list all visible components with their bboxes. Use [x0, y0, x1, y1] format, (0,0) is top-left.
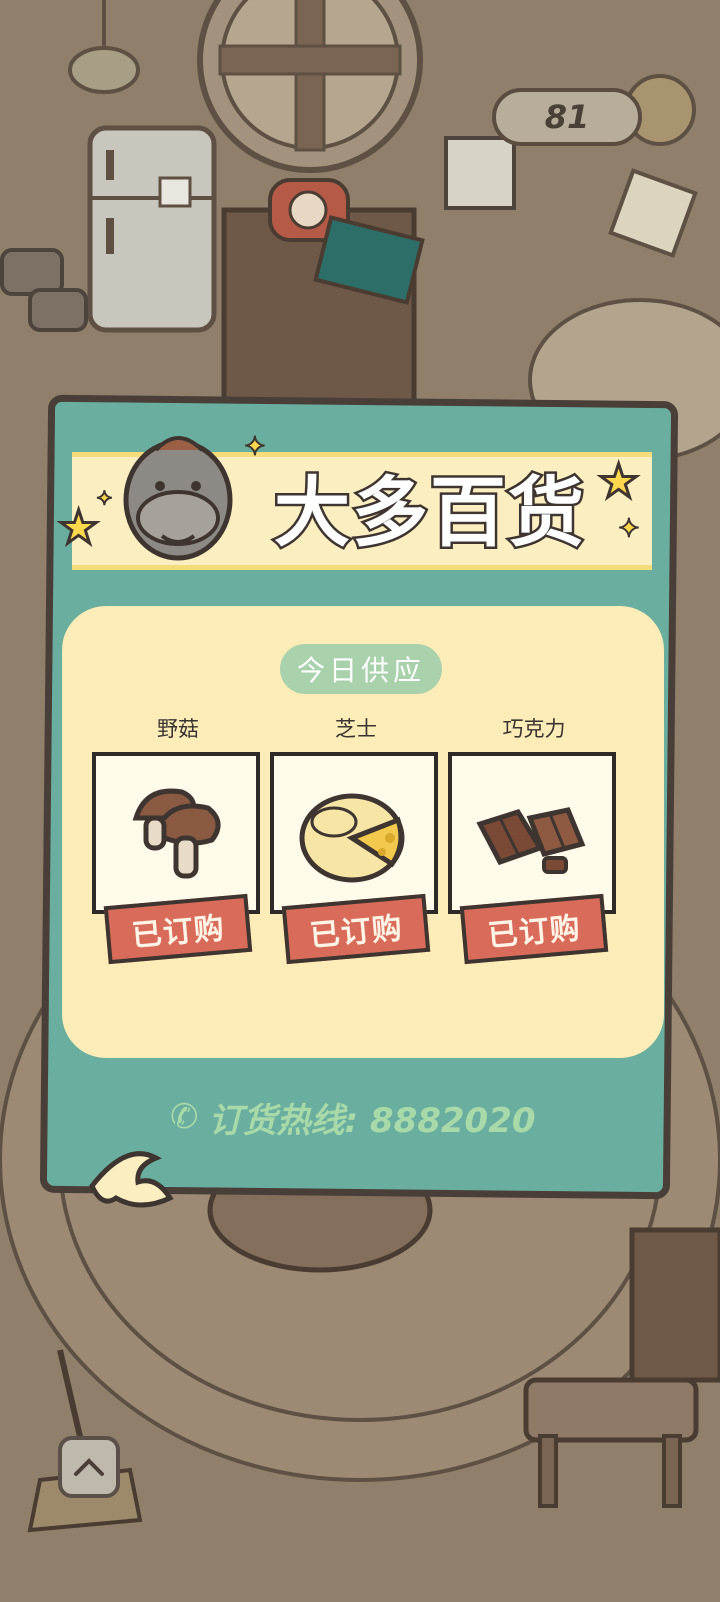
shop-item-mushroom[interactable]: 野菇 已订购 — [92, 712, 264, 965]
shop-item-cheese[interactable]: 芝士 已订购 — [270, 712, 442, 965]
cheese-icon — [299, 793, 405, 883]
star-icon: ★ — [596, 453, 640, 510]
chocolate-icon — [476, 807, 586, 874]
order-hotline: ✆ 订货热线: 8882020 — [170, 1092, 570, 1142]
ordered-label: 已订购 — [130, 911, 227, 954]
ordered-label: 已订购 — [486, 911, 583, 954]
hippo-shopkeeper-icon — [123, 436, 233, 561]
fridge — [87, 125, 217, 333]
clover-counter: 81 — [492, 88, 642, 146]
item-name: 芝士 — [335, 717, 377, 741]
item-name: 巧克力 — [502, 717, 566, 741]
chevron-up-icon — [74, 1458, 104, 1476]
ordered-label: 已订购 — [308, 911, 405, 954]
item-name: 野菇 — [157, 717, 199, 741]
ordered-tag: 已订购 — [103, 893, 253, 965]
item-box[interactable] — [448, 752, 616, 914]
phone-icon: ✆ — [170, 1097, 199, 1137]
sparkle-icon: ✦ — [95, 485, 114, 511]
item-box[interactable] — [92, 752, 260, 914]
shop-title: 大多百货 — [272, 466, 587, 560]
hotline-text: 订货热线: 8882020 — [208, 1100, 536, 1141]
ordered-tag: 已订购 — [459, 893, 609, 965]
sparkle-icon: ✦ — [243, 431, 267, 463]
item-box[interactable] — [270, 752, 438, 914]
scroll-up-button[interactable] — [58, 1436, 120, 1498]
shop-item-chocolate[interactable]: 巧克力 已订购 — [448, 712, 620, 965]
today-supply-label: 今日供应 — [280, 644, 442, 694]
star-icon: ★ — [56, 499, 100, 556]
clover-count: 81 — [544, 98, 590, 136]
sparkle-icon: ✦ — [617, 513, 641, 545]
mushroom-icon — [132, 788, 221, 879]
ordered-tag: 已订购 — [281, 893, 431, 965]
back-arrow-icon[interactable] — [86, 1142, 178, 1216]
